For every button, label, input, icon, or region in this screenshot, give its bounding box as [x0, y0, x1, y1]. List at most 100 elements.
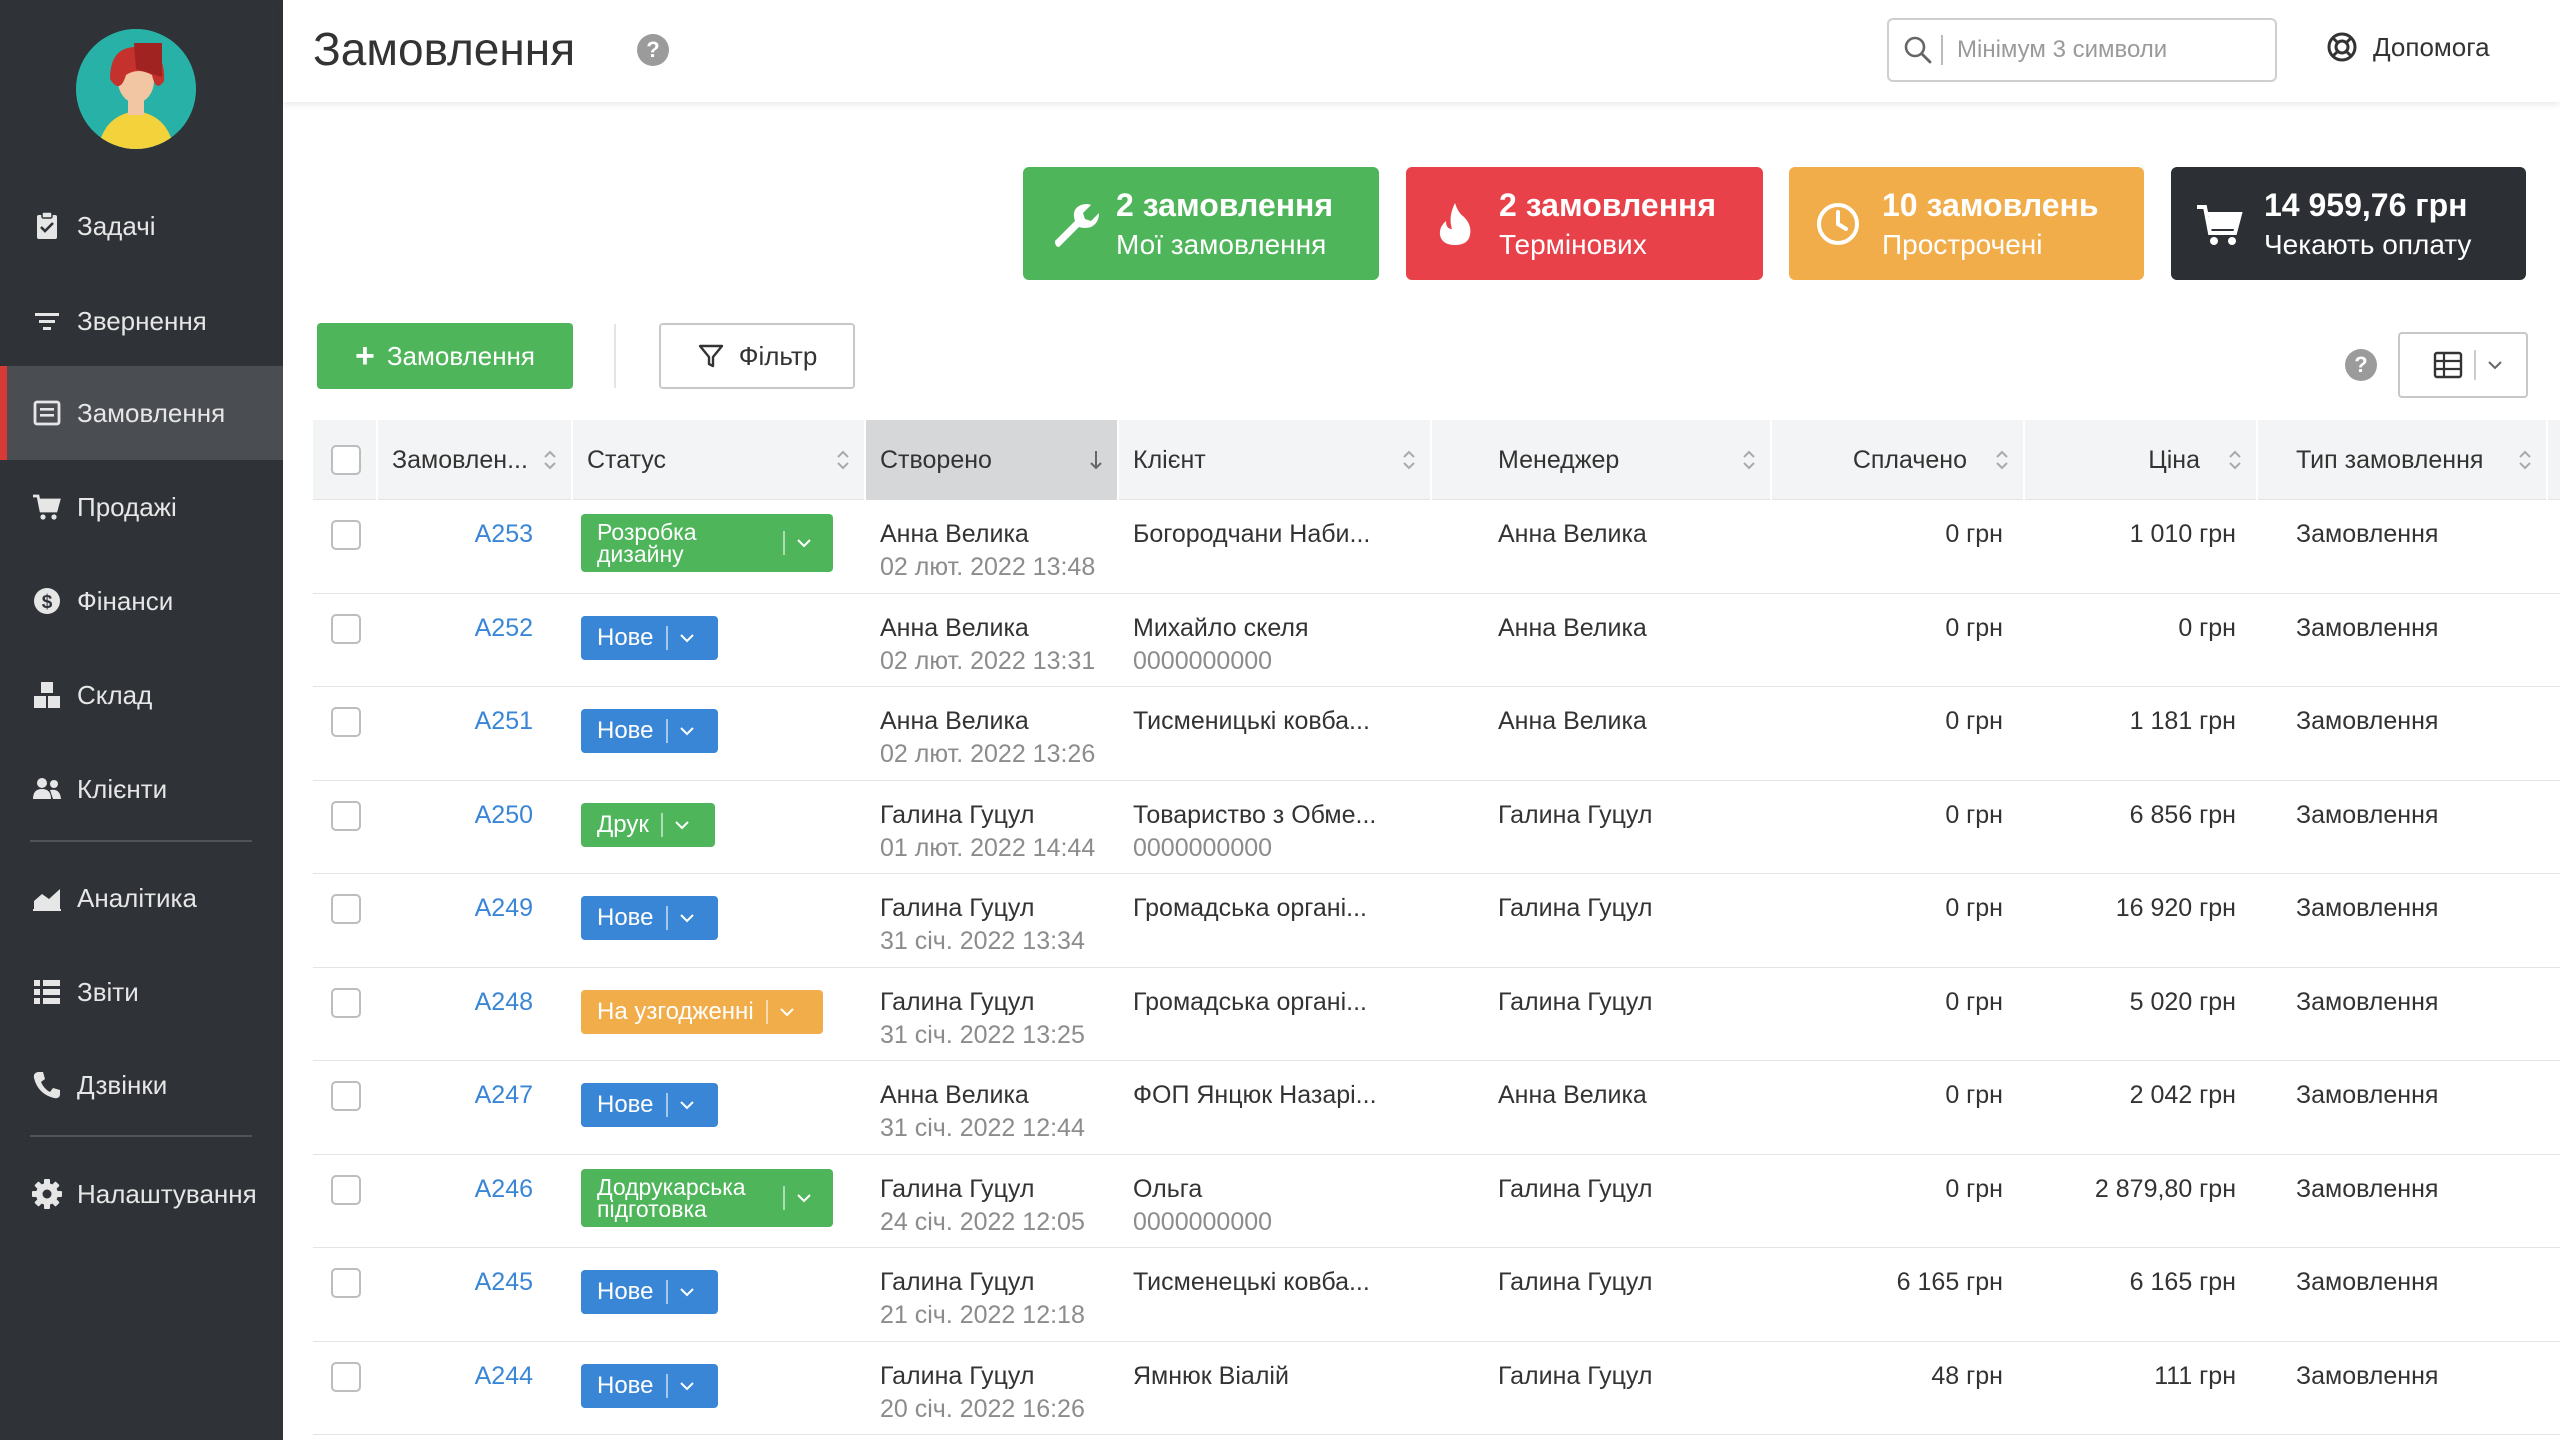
table-row[interactable]: A253 Розробка дизайну Анна Велика 02 лют. 2… — [313, 500, 2560, 594]
search-box[interactable] — [1887, 18, 2277, 82]
chevron-down-icon[interactable] — [795, 1189, 813, 1207]
row-checkbox[interactable] — [331, 800, 361, 831]
table-row[interactable]: A245 Нове Галина Гуцул 21 січ. 2022 12:18 Ти… — [313, 1248, 2560, 1342]
table-help-icon[interactable]: ? — [2345, 349, 2377, 381]
header-created[interactable]: Створено — [866, 420, 1119, 500]
chevron-down-icon[interactable] — [678, 1377, 696, 1395]
status-badge[interactable]: Нове — [581, 1270, 718, 1314]
status-badge[interactable]: Нове — [581, 615, 718, 660]
chevron-down-icon[interactable] — [673, 816, 691, 834]
client-name[interactable]: Тисменецькі ковба... — [1133, 1268, 1370, 1297]
row-checkbox[interactable] — [331, 520, 361, 550]
stat-card[interactable]: 2 замовлення Термінових — [1406, 167, 1763, 280]
table-row[interactable]: A252 Нове Анна Велика 02 лют. 2022 13:31 Мих… — [313, 594, 2560, 687]
stat-card[interactable]: 14 959,76 грн Чекають оплату — [2171, 167, 2526, 280]
header-manager[interactable]: Менеджер — [1432, 420, 1772, 500]
status-badge[interactable]: Нове — [581, 896, 718, 940]
header-paid[interactable]: Сплачено — [1772, 420, 2025, 500]
client-name[interactable]: Богородчани Наби... — [1133, 520, 1370, 549]
view-mode-button[interactable] — [2398, 332, 2528, 398]
status-badge[interactable]: Нове — [581, 1363, 718, 1408]
table-row[interactable]: A247 Нове Анна Велика 31 січ. 2022 12:44 ФОП… — [313, 1061, 2560, 1155]
chevron-down-icon[interactable] — [678, 909, 696, 927]
table-row[interactable]: A244 Нове Галина Гуцул 20 січ. 2022 16:26 Ям… — [313, 1342, 2560, 1435]
order-number-link[interactable]: A246 — [475, 1175, 533, 1204]
avatar[interactable] — [76, 29, 196, 149]
orders-table: Замовлен... Статус Створено Клієнт Менеджер С… — [313, 420, 2560, 1435]
sidebar: Задачі Звернення Замовлення Продажі $ Фінанси… — [0, 0, 283, 1440]
table-row[interactable]: A246 Додрукарська підготовка Галина Гуцул 2… — [313, 1155, 2560, 1248]
sidebar-item-warehouse[interactable]: Склад — [0, 648, 283, 742]
sidebar-item-clients[interactable]: Клієнти — [0, 742, 283, 836]
client-name[interactable]: Ольга — [1133, 1175, 1202, 1204]
header-order-number[interactable]: Замовлен... — [378, 420, 573, 500]
table-row[interactable]: A251 Нове Анна Велика 02 лют. 2022 13:26 Тис… — [313, 687, 2560, 781]
help-link[interactable]: Допомога — [2325, 30, 2490, 64]
row-checkbox[interactable] — [331, 894, 361, 924]
stat-card[interactable]: 2 замовлення Мої замовлення — [1023, 167, 1379, 280]
sidebar-item-reports[interactable]: Звіти — [0, 945, 283, 1039]
order-number-link[interactable]: A253 — [475, 520, 533, 549]
header-status[interactable]: Статус — [573, 420, 866, 500]
search-input[interactable] — [1957, 36, 2257, 64]
select-all-checkbox[interactable] — [331, 445, 361, 475]
order-number-link[interactable]: A248 — [475, 988, 533, 1017]
sidebar-item-tasks[interactable]: Задачі — [0, 179, 283, 273]
sidebar-item-analytics[interactable]: Аналітика — [0, 851, 283, 945]
header-client[interactable]: Клієнт — [1119, 420, 1432, 500]
client-name[interactable]: Громадська органі... — [1133, 988, 1367, 1017]
header-order-type[interactable]: Тип замовлення — [2258, 420, 2548, 500]
row-checkbox[interactable] — [331, 613, 361, 644]
chevron-down-icon[interactable] — [795, 534, 813, 552]
order-number-link[interactable]: A244 — [475, 1362, 533, 1391]
client-name[interactable]: Товариство з Обме... — [1133, 801, 1376, 830]
status-badge[interactable]: Додрукарська підготовка — [581, 1168, 833, 1227]
chevron-down-icon[interactable] — [678, 722, 696, 740]
sidebar-item-orders[interactable]: Замовлення — [0, 366, 283, 460]
status-badge[interactable]: Розробка дизайну — [581, 514, 833, 572]
sidebar-item-settings[interactable]: Налаштування — [0, 1147, 283, 1241]
chevron-down-icon[interactable] — [778, 1003, 796, 1021]
chevron-down-icon[interactable] — [678, 1096, 696, 1114]
order-number-link[interactable]: A245 — [475, 1268, 533, 1297]
sidebar-item-requests[interactable]: Звернення — [0, 274, 283, 368]
filter-button[interactable]: Фільтр — [659, 323, 855, 389]
help-question-icon[interactable]: ? — [637, 34, 669, 66]
client-name[interactable]: Громадська органі... — [1133, 894, 1367, 923]
row-checkbox[interactable] — [331, 1361, 361, 1392]
header-price[interactable]: Ціна — [2025, 420, 2258, 500]
cell-manager: Анна Велика — [1498, 500, 1772, 593]
order-number-link[interactable]: A250 — [475, 801, 533, 830]
order-number-link[interactable]: A249 — [475, 894, 533, 923]
order-number-link[interactable]: A247 — [475, 1081, 533, 1110]
status-badge[interactable]: Нове — [581, 709, 718, 753]
client-phone: 0000000000 — [1133, 646, 1273, 675]
sidebar-item-calls[interactable]: Дзвінки — [0, 1038, 283, 1132]
order-type: Замовлення — [2296, 894, 2439, 922]
sidebar-item-sales[interactable]: Продажі — [0, 460, 283, 554]
manager-name: Галина Гуцул — [1498, 987, 1653, 1016]
chevron-down-icon[interactable] — [678, 1283, 696, 1301]
row-checkbox[interactable] — [331, 987, 361, 1018]
status-badge[interactable]: Друк — [581, 802, 715, 847]
order-number-link[interactable]: A251 — [475, 707, 533, 736]
row-checkbox[interactable] — [331, 1268, 361, 1298]
chevron-down-icon[interactable] — [678, 629, 696, 647]
status-badge[interactable]: Нове — [581, 1083, 718, 1127]
client-name[interactable]: Ямнюк Віалій — [1133, 1362, 1289, 1391]
status-badge[interactable]: На узгодженні — [581, 989, 823, 1034]
order-number-link[interactable]: A252 — [475, 614, 533, 643]
row-checkbox[interactable] — [331, 707, 361, 737]
table-row[interactable]: A250 Друк Галина Гуцул 01 лют. 2022 14:44 То… — [313, 781, 2560, 874]
client-name[interactable]: Михайло скеля — [1133, 614, 1309, 643]
cell-created: Анна Велика 31 січ. 2022 12:44 — [880, 1061, 1119, 1154]
sidebar-item-finance[interactable]: $ Фінанси — [0, 554, 283, 648]
row-checkbox[interactable] — [331, 1081, 361, 1111]
table-row[interactable]: A249 Нове Галина Гуцул 31 січ. 2022 13:34 Гр… — [313, 874, 2560, 968]
row-checkbox[interactable] — [331, 1174, 361, 1205]
add-order-button[interactable]: + Замовлення — [317, 323, 573, 389]
client-name[interactable]: ФОП Янцюк Назарі... — [1133, 1081, 1377, 1110]
table-row[interactable]: A248 На узгодженні Галина Гуцул 31 січ. 202… — [313, 968, 2560, 1061]
client-name[interactable]: Тисменицькі ковба... — [1133, 707, 1370, 736]
stat-card[interactable]: 10 замовлень Прострочені — [1789, 167, 2144, 280]
